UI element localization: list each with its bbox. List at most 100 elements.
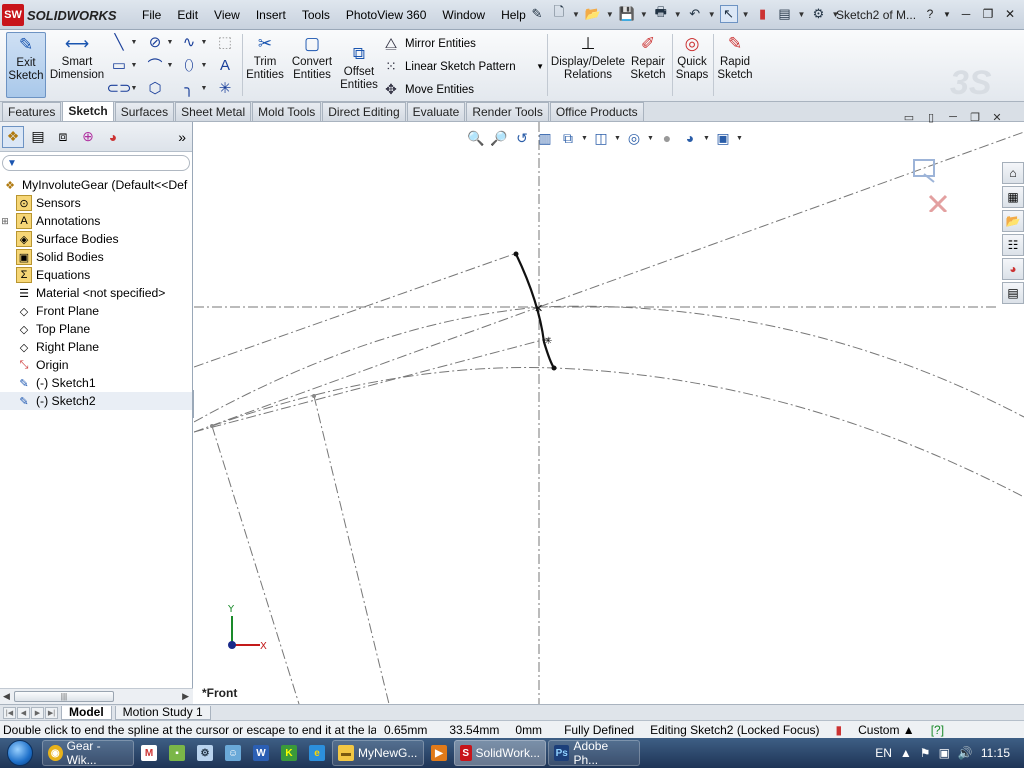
rectangle-tool-icon[interactable]: ▭ (110, 56, 128, 74)
clock[interactable]: 11:15 (981, 746, 1010, 760)
tree-item-surface-bodies[interactable]: ◈ Surface Bodies (0, 230, 192, 248)
menu-insert[interactable]: Insert (248, 6, 294, 24)
slot-dropdown-icon[interactable]: ▼ (130, 79, 138, 97)
tile-horizontal-icon[interactable]: ▭ (900, 110, 918, 124)
display-style-icon[interactable]: ◫ (591, 128, 611, 148)
properties-dropdown-icon[interactable]: ▼ (798, 10, 806, 19)
convert-entities-button[interactable]: ▢ Convert Entities (290, 32, 334, 82)
view-settings-dropdown-icon[interactable]: ▼ (736, 128, 743, 148)
rebuild-status-icon[interactable]: ▮ (828, 723, 851, 737)
dimxpert-manager-tab-icon[interactable]: ⊕ (77, 126, 99, 148)
construction-point[interactable] (210, 424, 214, 428)
tab-evaluate[interactable]: Evaluate (406, 102, 466, 121)
view-palette-icon[interactable]: ☷ (1002, 234, 1024, 256)
line-dropdown-icon[interactable]: ▼ (130, 33, 138, 51)
tree-item-origin[interactable]: ⤡ Origin (0, 356, 192, 374)
spline-end-point[interactable] (551, 365, 557, 371)
view-orientation-dropdown-icon[interactable]: ▼ (581, 128, 588, 148)
tree-item-top-plane[interactable]: ◇ Top Plane (0, 320, 192, 338)
tray-expand-icon[interactable]: ▲ (900, 746, 912, 760)
tab-mold-tools[interactable]: Mold Tools (252, 102, 322, 121)
taskbar-gmail[interactable]: M (136, 740, 162, 766)
help-dropdown-icon[interactable]: ▼ (942, 5, 952, 23)
slot-tool-icon[interactable]: ⊂⊃ (106, 79, 131, 97)
prev-tab-icon[interactable]: ◀ (17, 706, 30, 719)
tree-item-sensors[interactable]: ⊙ Sensors (0, 194, 192, 212)
taskbar-green-app[interactable]: K (276, 740, 302, 766)
apply-scene-icon[interactable]: ◕ (680, 128, 700, 148)
section-view-icon[interactable]: ▥ (535, 128, 555, 148)
taskbar-ie[interactable]: e (304, 740, 330, 766)
menu-edit[interactable]: Edit (169, 6, 206, 24)
text-tool-icon[interactable]: A (216, 56, 234, 74)
tab-render-tools[interactable]: Render Tools (466, 102, 549, 121)
open-dropdown-icon[interactable]: ▼ (606, 10, 614, 19)
tree-root-part[interactable]: ❖ MyInvoluteGear (Default<<Def (0, 176, 192, 194)
select-cursor-icon[interactable]: ↖ (719, 5, 738, 23)
menu-photoview[interactable]: PhotoView 360 (338, 6, 435, 24)
display-delete-relations-button[interactable]: ⊥ Display/Delete Relations (551, 32, 625, 82)
home-icon[interactable]: ⌂ (1002, 162, 1024, 184)
spline-start-point[interactable] (513, 251, 519, 257)
trim-entities-button[interactable]: ✂ Trim Entities (246, 32, 284, 82)
print-dropdown-icon[interactable]: ▼ (674, 10, 682, 19)
tree-item-material[interactable]: ☰ Material <not specified> (0, 284, 192, 302)
pin-icon[interactable]: ✎ (528, 5, 546, 23)
tree-item-right-plane[interactable]: ◇ Right Plane (0, 338, 192, 356)
taskbar-skype[interactable]: ☺ (220, 740, 246, 766)
circle-dropdown-icon[interactable]: ▼ (166, 33, 174, 51)
point-tool-icon[interactable]: ✳ (216, 79, 234, 97)
feature-manager-tab-icon[interactable]: ❖ (2, 125, 24, 148)
tab-features[interactable]: Features (2, 102, 62, 121)
linear-pattern-button[interactable]: ⁙ Linear Sketch Pattern ▼ (382, 55, 544, 78)
linear-pattern-dropdown-icon[interactable]: ▼ (536, 62, 544, 71)
menu-window[interactable]: Window (434, 6, 493, 24)
tab-surfaces[interactable]: Surfaces (114, 102, 175, 121)
tree-item-sketch2[interactable]: ✎ (-) Sketch2 (0, 392, 192, 410)
taskbar-media[interactable]: ▶ (426, 740, 452, 766)
undo-icon[interactable]: ↶ (686, 5, 704, 23)
close-icon[interactable]: ✕ (1000, 5, 1020, 23)
new-dropdown-icon[interactable]: ▼ (572, 10, 580, 19)
display-style-dropdown-icon[interactable]: ▼ (614, 128, 621, 148)
save-dropdown-icon[interactable]: ▼ (640, 10, 648, 19)
doc-minimize-icon[interactable]: ─ (944, 110, 962, 124)
taskbar-solidworks[interactable]: S SolidWork... (454, 740, 546, 766)
taskbar-explorer[interactable]: ▬ MyNewG... (332, 740, 424, 766)
custom-properties-icon[interactable]: ▤ (1002, 282, 1024, 304)
construction-point[interactable] (312, 394, 316, 398)
previous-view-icon[interactable]: ↺ (512, 128, 532, 148)
tree-item-solid-bodies[interactable]: ▣ Solid Bodies (0, 248, 192, 266)
tile-vertical-icon[interactable]: ▯ (922, 110, 940, 124)
zoom-area-icon[interactable]: 🔎 (489, 128, 509, 148)
menu-tools[interactable]: Tools (294, 6, 338, 24)
move-entities-button[interactable]: ✥ Move Entities (382, 78, 544, 101)
volume-icon[interactable]: 🔊 (958, 746, 973, 760)
units-selector[interactable]: Custom ▲ (850, 723, 923, 737)
menu-file[interactable]: File (134, 6, 169, 24)
taskbar-photoshop[interactable]: Ps Adobe Ph... (548, 739, 640, 767)
rebuild-icon[interactable]: ▮ (754, 5, 772, 23)
solidworks-logo[interactable]: SW SOLIDWORKS (2, 3, 124, 27)
ellipse-tool-icon[interactable]: ⬯ (180, 56, 198, 74)
display-manager-tab-icon[interactable]: ◕ (102, 126, 124, 148)
edit-appearance-icon[interactable]: ● (657, 128, 677, 148)
tree-filter-input[interactable]: ▼ (2, 155, 190, 171)
polygon-tool-icon[interactable]: ⬡ (146, 79, 164, 97)
tab-sheet-metal[interactable]: Sheet Metal (175, 102, 252, 121)
tab-motion-study[interactable]: Motion Study 1 (114, 705, 211, 720)
arc-dropdown-icon[interactable]: ▼ (166, 56, 174, 74)
taskbar-chrome[interactable]: ◉ Gear - Wik... (42, 739, 134, 767)
ellipse-dropdown-icon[interactable]: ▼ (200, 56, 208, 74)
arc-tool-icon[interactable]: ⌒ (146, 56, 164, 75)
expand-plus-icon[interactable]: ⊞ (0, 216, 10, 227)
exit-sketch-corner-icon[interactable] (913, 159, 935, 183)
open-folder-icon[interactable]: 📂 (584, 5, 602, 23)
graphics-area[interactable]: ✕ ✳ Y X 🔍 🔎 ↺ ▥ ⧉ ▼ ◫ ▼ ◎ ▼ ● ◕ ▼ ▣ ▼ ⌂ … (194, 122, 1024, 704)
fillet-dropdown-icon[interactable]: ▼ (200, 79, 208, 97)
construction-grid-icon[interactable]: ⬚ (216, 33, 234, 51)
scroll-right-icon[interactable]: ▶ (182, 691, 189, 702)
scrollbar-thumb[interactable]: ||| (14, 691, 114, 702)
quick-snaps-button[interactable]: ◎ Quick Snaps (675, 32, 709, 82)
taskbar-app[interactable]: ▪ (164, 740, 190, 766)
